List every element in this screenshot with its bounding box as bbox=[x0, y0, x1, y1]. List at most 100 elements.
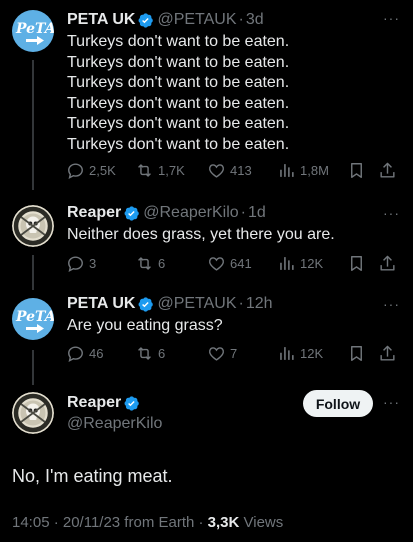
reply-icon bbox=[66, 254, 85, 273]
like-button[interactable]: 641 bbox=[207, 253, 252, 273]
retweet-count: 6 bbox=[158, 255, 166, 271]
retweet-count: 6 bbox=[158, 345, 166, 361]
tweet-text-line: Are you eating grass? bbox=[67, 317, 223, 334]
retweet-icon bbox=[135, 254, 154, 273]
views-icon bbox=[277, 344, 296, 363]
author-handle[interactable]: @ReaperKilo bbox=[143, 204, 238, 222]
author-handle[interactable]: @PETAUK bbox=[157, 295, 236, 313]
tweet-text-line: Turkeys don't want to be eaten. bbox=[67, 33, 290, 50]
like-button[interactable]: 7 bbox=[207, 343, 237, 363]
timestamp-source[interactable]: 14:05 · 20/11/23 from Earth · bbox=[12, 514, 208, 531]
timestamp[interactable]: 12h bbox=[246, 295, 273, 313]
thread-line bbox=[32, 255, 34, 290]
reply-button[interactable]: 46 bbox=[66, 343, 103, 363]
reply-icon bbox=[66, 161, 85, 180]
thread-line bbox=[32, 350, 34, 385]
tweet-text-line: Turkeys don't want to be eaten. bbox=[67, 94, 290, 112]
separator: · bbox=[240, 204, 246, 221]
timestamp[interactable]: 3d bbox=[246, 11, 264, 29]
tweet-text: Turkeys don't want to be eaten. Turkeys … bbox=[67, 32, 289, 155]
views-icon bbox=[277, 254, 296, 273]
tweet-meta: 14:05 · 20/11/23 from Earth · 3,3K Views bbox=[12, 514, 283, 531]
retweet-icon bbox=[135, 344, 154, 363]
share-button[interactable] bbox=[378, 343, 401, 363]
views-count: 12K bbox=[300, 345, 324, 361]
separator: · bbox=[238, 295, 244, 312]
like-icon bbox=[207, 344, 226, 363]
more-options-icon[interactable]: ··· bbox=[383, 296, 400, 312]
retweet-count: 1,7K bbox=[158, 162, 185, 178]
timestamp[interactable]: 1d bbox=[248, 204, 266, 222]
avatar[interactable] bbox=[12, 392, 54, 434]
retweet-icon bbox=[135, 161, 154, 180]
views-label: Views bbox=[239, 514, 284, 531]
share-icon bbox=[378, 344, 397, 363]
tweet-text-line: Neither does grass, yet there you are. bbox=[67, 226, 335, 243]
verified-icon bbox=[123, 395, 140, 412]
views-count: 12K bbox=[300, 255, 324, 271]
reply-count: 46 bbox=[89, 345, 104, 361]
retweet-button[interactable]: 6 bbox=[135, 253, 165, 273]
reply-icon bbox=[66, 344, 85, 363]
separator: · bbox=[238, 11, 244, 28]
reply-count: 2,5K bbox=[89, 162, 116, 178]
retweet-button[interactable]: 6 bbox=[135, 343, 165, 363]
bookmark-button[interactable] bbox=[347, 343, 370, 363]
views-count: 1,8M bbox=[300, 162, 329, 178]
avatar[interactable]: PeTA bbox=[12, 298, 54, 340]
retweet-button[interactable]: 1,7K bbox=[135, 160, 185, 180]
share-button[interactable] bbox=[378, 160, 401, 180]
bookmark-icon bbox=[347, 344, 366, 363]
main-author: Reaper @ReaperKilo bbox=[67, 394, 162, 433]
tweet-text-line: Turkeys don't want to be eaten. bbox=[67, 115, 290, 132]
views-icon bbox=[277, 161, 296, 180]
views-button[interactable]: 12K bbox=[277, 343, 323, 363]
author-name[interactable]: Reaper bbox=[67, 204, 121, 222]
bookmark-icon bbox=[347, 161, 366, 180]
author-handle[interactable]: @ReaperKilo bbox=[67, 415, 162, 433]
more-options-icon[interactable]: ··· bbox=[383, 394, 400, 410]
author-name[interactable]: PETA UK bbox=[67, 295, 135, 313]
reply-count: 3 bbox=[89, 255, 97, 271]
share-icon bbox=[378, 254, 397, 273]
tweet-text-line: Turkeys don't want to be eaten. bbox=[67, 135, 290, 153]
bookmark-icon bbox=[347, 254, 366, 273]
like-icon bbox=[207, 161, 226, 180]
bookmark-button[interactable] bbox=[347, 160, 370, 180]
main-tweet-text: No, I'm eating meat. bbox=[12, 466, 173, 486]
like-icon bbox=[207, 254, 226, 273]
tweet-header: PETA UK @PETAUK · 12h bbox=[67, 295, 273, 313]
tweet-text: Are you eating grass? bbox=[67, 316, 223, 337]
share-icon bbox=[378, 161, 397, 180]
tweet-header: Reaper @ReaperKilo · 1d bbox=[67, 204, 266, 222]
views-button[interactable]: 12K bbox=[277, 253, 323, 273]
tweet-header: PETA UK @PETAUK · 3d bbox=[67, 11, 264, 29]
more-options-icon[interactable]: ··· bbox=[383, 205, 400, 221]
like-count: 413 bbox=[230, 162, 252, 178]
avatar[interactable] bbox=[12, 205, 54, 247]
bookmark-button[interactable] bbox=[347, 253, 370, 273]
avatar[interactable]: PeTA bbox=[12, 10, 54, 52]
more-options-icon[interactable]: ··· bbox=[383, 10, 400, 26]
tweet-text-line: Turkeys don't want to be eaten. bbox=[67, 53, 290, 71]
like-count: 641 bbox=[230, 255, 252, 271]
verified-icon bbox=[137, 12, 154, 29]
share-button[interactable] bbox=[378, 253, 401, 273]
like-button[interactable]: 413 bbox=[207, 160, 252, 180]
follow-button[interactable]: Follow bbox=[303, 390, 373, 417]
thread-line bbox=[32, 60, 34, 190]
author-handle[interactable]: @PETAUK bbox=[157, 11, 236, 29]
reply-button[interactable]: 2,5K bbox=[66, 160, 116, 180]
verified-icon bbox=[137, 296, 154, 313]
like-count: 7 bbox=[230, 345, 238, 361]
views-count: 3,3K bbox=[207, 514, 240, 531]
tweet-text: Neither does grass, yet there you are. bbox=[67, 225, 335, 246]
avatar-logo-text: PeTA bbox=[16, 309, 54, 325]
avatar-logo-text: PeTA bbox=[16, 21, 54, 37]
author-name[interactable]: Reaper bbox=[67, 394, 121, 412]
verified-icon bbox=[123, 205, 140, 222]
author-name[interactable]: PETA UK bbox=[67, 11, 135, 29]
reply-button[interactable]: 3 bbox=[66, 253, 96, 273]
views-button[interactable]: 1,8M bbox=[277, 160, 329, 180]
tweet-text-line: Turkeys don't want to be eaten. bbox=[67, 74, 290, 91]
